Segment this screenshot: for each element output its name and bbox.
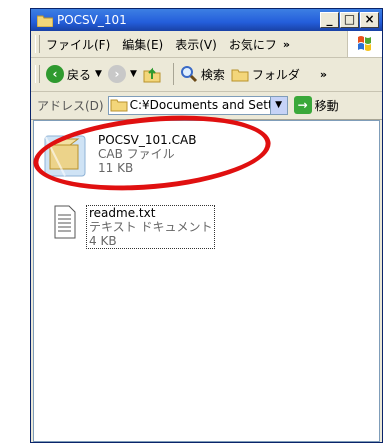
up-folder-button[interactable]	[143, 65, 161, 83]
menu-file[interactable]: ファイル(F)	[46, 36, 110, 53]
toolbar-separator	[172, 63, 174, 85]
menu-favorites[interactable]: お気にフ	[229, 36, 277, 53]
forward-dropdown-icon[interactable]: ▼	[130, 69, 137, 79]
windows-logo-icon	[347, 31, 382, 57]
go-label: 移動	[314, 98, 339, 113]
go-button[interactable]: → 移動	[293, 96, 339, 114]
toolbar-grip[interactable]	[35, 65, 40, 83]
forward-arrow-icon: ›	[107, 65, 126, 83]
back-label: 戻る	[67, 67, 92, 82]
file-item-readme[interactable]: readme.txt テキスト ドキュメント 4 KB	[54, 205, 216, 249]
file-size: 4 KB	[89, 234, 117, 248]
folders-label: フォルダ	[251, 67, 300, 82]
file-info: readme.txt テキスト ドキュメント 4 KB	[86, 205, 216, 249]
title-bar[interactable]: POCSV_101 _ □ ×	[31, 9, 382, 31]
toolbar-grip[interactable]	[35, 35, 40, 53]
file-type: テキスト ドキュメント	[89, 220, 213, 234]
address-label: アドレス(D)	[37, 98, 104, 113]
explorer-window: POCSV_101 _ □ × ファイル(F) 編集(E) 表示(V) お気にフ…	[30, 8, 383, 443]
folder-icon	[110, 99, 128, 112]
folder-icon	[37, 15, 53, 27]
file-type: CAB ファイル	[98, 147, 175, 161]
minimize-button[interactable]: _	[320, 12, 339, 28]
address-dropdown-icon[interactable]: ▼	[269, 96, 287, 114]
file-list: POCSV_101.CAB CAB ファイル 11 KB readme.txt …	[33, 120, 380, 442]
address-value: C:¥Documents and Setti	[129, 98, 270, 112]
address-input[interactable]: C:¥Documents and Setti ▼	[107, 95, 288, 115]
folders-icon	[231, 69, 249, 82]
address-bar: アドレス(D) C:¥Documents and Setti ▼ → 移動	[31, 91, 382, 120]
menu-bar: ファイル(F) 編集(E) 表示(V) お気にフ »	[31, 31, 382, 58]
text-document-icon	[54, 205, 76, 239]
window-title: POCSV_101	[57, 13, 127, 27]
back-button[interactable]: ‹ 戻る ▼	[46, 65, 102, 83]
cab-file-icon	[44, 135, 86, 177]
close-button[interactable]: ×	[360, 12, 379, 28]
forward-button[interactable]: › ▼	[107, 65, 137, 83]
search-button[interactable]: 検索	[180, 65, 225, 83]
standard-toolbar: ‹ 戻る ▼ › ▼ 検索 フォルダ »	[31, 57, 382, 92]
search-icon	[180, 66, 197, 83]
file-item-cab[interactable]: POCSV_101.CAB CAB ファイル 11 KB	[42, 133, 196, 179]
back-dropdown-icon[interactable]: ▼	[95, 69, 102, 79]
toolbar-overflow-chevron[interactable]: »	[320, 68, 327, 81]
file-info: POCSV_101.CAB CAB ファイル 11 KB	[98, 133, 196, 179]
file-name: readme.txt	[89, 206, 156, 220]
folders-button[interactable]: フォルダ	[231, 66, 300, 83]
file-name: POCSV_101.CAB	[98, 133, 197, 147]
menu-overflow-chevron[interactable]: »	[283, 38, 290, 51]
caption-buttons: _ □ ×	[320, 12, 379, 28]
menu-edit[interactable]: 編集(E)	[122, 36, 163, 53]
go-arrow-icon: →	[293, 96, 312, 114]
back-arrow-icon: ‹	[46, 65, 64, 83]
search-label: 検索	[200, 67, 225, 82]
file-size: 11 KB	[98, 161, 134, 175]
up-folder-icon	[143, 67, 161, 83]
maximize-button[interactable]: □	[340, 12, 359, 28]
menu-view[interactable]: 表示(V)	[175, 36, 217, 53]
